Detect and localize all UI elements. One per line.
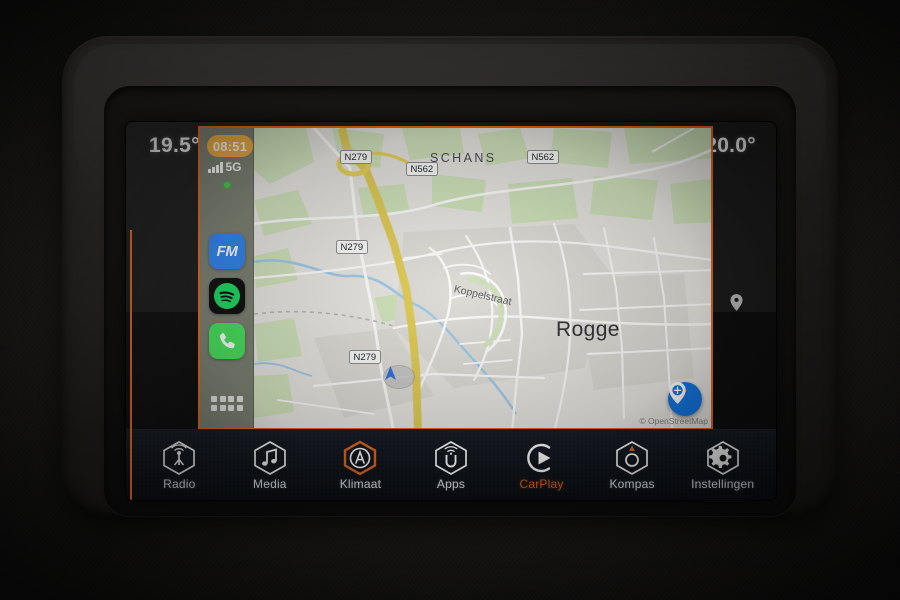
nav-label: Instellingen	[691, 476, 755, 491]
carplay-sidebar: 08:51 5G FM	[200, 128, 254, 428]
nav-label: Kompas	[609, 476, 655, 491]
map-pin-plus-icon	[669, 382, 686, 404]
app-icon-fm[interactable]: FM	[209, 233, 245, 269]
app-icon-spotify[interactable]	[209, 278, 245, 314]
nav-label: Apps	[436, 476, 466, 491]
clock-text: 08:51	[212, 138, 248, 154]
nav-item-instellingen[interactable]: Instellingen	[685, 440, 761, 491]
music-note-icon	[253, 440, 286, 475]
map-vector	[254, 128, 711, 428]
climate-auto-icon	[344, 440, 377, 475]
compass-icon	[616, 440, 648, 475]
nav-item-apps[interactable]: Apps	[413, 440, 489, 491]
recenter-pin-button[interactable]	[668, 382, 702, 416]
signal-bars-icon	[208, 161, 223, 173]
map-place-label: SCHANS	[430, 151, 497, 165]
current-location-arrow	[384, 366, 414, 388]
nav-label: Klimaat	[339, 476, 382, 491]
app-icon-phone[interactable]	[209, 323, 245, 359]
pin-icon	[730, 294, 743, 311]
carplay-viewport[interactable]: 08:51 5G FM SCHANS Rogge Koppelstraat N2…	[198, 126, 713, 430]
infotainment-screen[interactable]: 19.5° 20.0° 08:51 5G FM SCHANS Rogge Kop…	[126, 122, 776, 500]
nav-item-kompas[interactable]: Kompas	[594, 440, 670, 491]
nav-label: Media	[253, 476, 287, 491]
map-city-label: Rogge	[556, 318, 620, 341]
road-label: N562	[527, 150, 559, 164]
spotify-icon	[214, 283, 240, 309]
dashboard-scene: 19.5° 20.0° 08:51 5G FM SCHANS Rogge Kop…	[0, 0, 900, 600]
map-attribution: © OpenStreetMap	[639, 416, 708, 426]
road-label: N279	[340, 150, 372, 164]
carplay-clock: 08:51	[207, 135, 253, 157]
signal-status: 5G	[208, 161, 242, 173]
bottom-navigation-bar: Radio Media Klimaat Apps CarPlay Kompas …	[126, 429, 776, 500]
carplay-icon	[526, 443, 551, 472]
nav-item-carplay[interactable]: CarPlay	[504, 440, 580, 491]
location-pin-indicator-icon	[730, 294, 743, 316]
road-label: N279	[336, 240, 368, 254]
gear-icon	[706, 440, 739, 475]
app-grid-icon[interactable]	[211, 396, 244, 411]
navigation-arrow-icon	[385, 366, 396, 380]
apps-u-icon	[435, 440, 467, 475]
road-label: N562	[406, 162, 438, 176]
phone-icon	[219, 332, 235, 348]
nav-label: Radio	[163, 476, 196, 491]
privacy-indicator-dot	[224, 182, 230, 188]
carplay-accent-edge	[130, 230, 132, 500]
nav-item-klimaat[interactable]: Klimaat	[322, 440, 398, 491]
nav-item-radio[interactable]: Radio	[141, 440, 217, 491]
nav-label: CarPlay	[519, 476, 564, 491]
fm-label: FM	[216, 242, 238, 260]
map-canvas[interactable]: SCHANS Rogge Koppelstraat N279 N562 N562…	[254, 128, 711, 428]
nav-item-media[interactable]: Media	[232, 440, 308, 491]
driver-temperature[interactable]: 19.5°	[149, 134, 200, 158]
road-label: N279	[349, 350, 381, 364]
antenna-icon	[163, 440, 196, 475]
network-label: 5G	[225, 160, 242, 174]
